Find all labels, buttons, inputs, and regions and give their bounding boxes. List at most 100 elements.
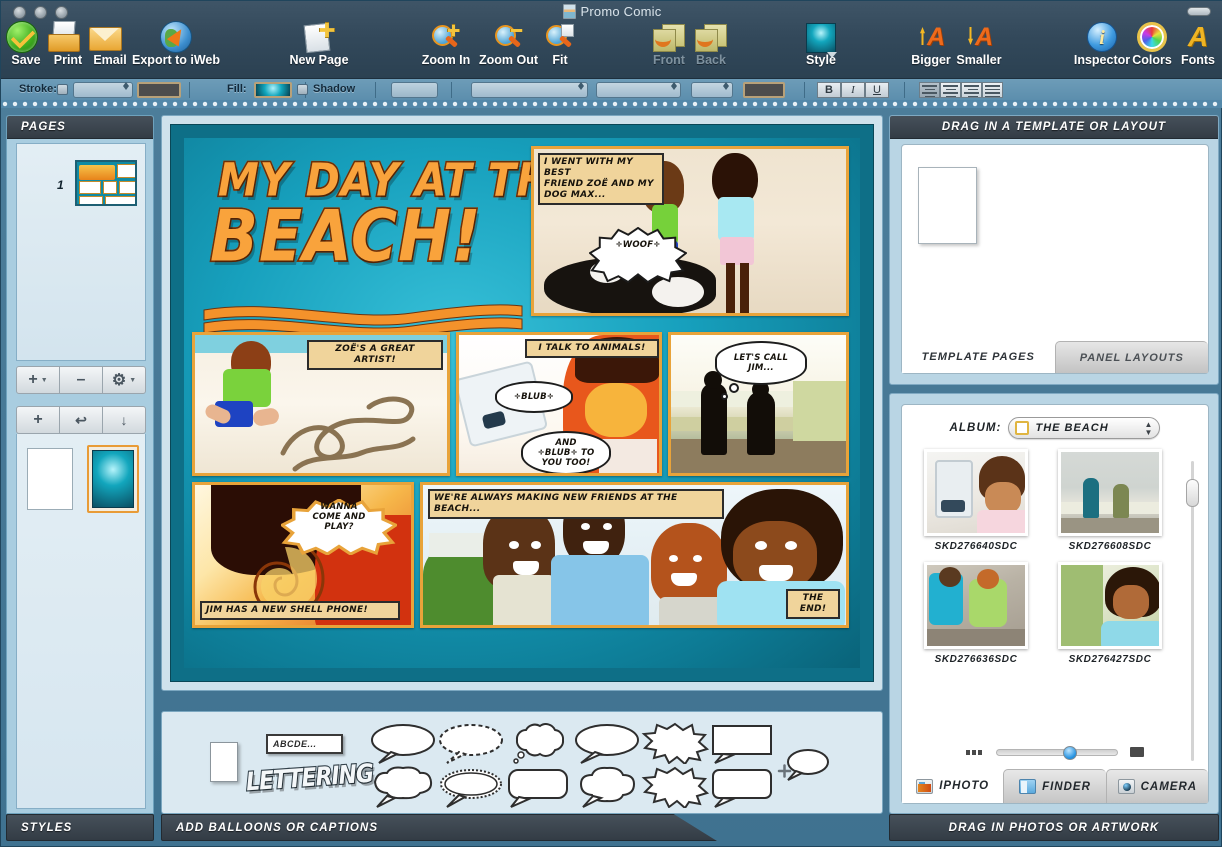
toolbar-fit[interactable]: Fit — [541, 21, 579, 67]
toolbar-email[interactable]: Email — [89, 21, 131, 67]
panel-friends[interactable]: WE'RE ALWAYS MAKING NEW FRIENDS AT THE B… — [420, 482, 849, 628]
stroke-style-select[interactable] — [73, 82, 133, 98]
photo-item[interactable]: SKD276636SDC — [912, 562, 1040, 665]
comic-title-art[interactable]: MY DAY AT THE BEACH! — [196, 148, 582, 338]
page-list-item[interactable]: 1 — [17, 156, 145, 214]
toolbar-zoom-out[interactable]: Zoom Out — [476, 21, 541, 67]
bold-button[interactable]: B — [817, 82, 841, 98]
panel-sand-art[interactable]: ZOË'S A GREAT ARTIST! — [192, 332, 450, 476]
toolbar-export-iweb[interactable]: Export to iWeb — [132, 21, 220, 67]
slider-knob[interactable] — [1063, 745, 1077, 760]
font-style-select[interactable] — [596, 82, 681, 98]
toolbar-new-page[interactable]: New Page — [284, 21, 354, 67]
panel-balloon-call-jim[interactable]: LET'S CALL JIM... — [715, 341, 807, 385]
panel-shell-phone[interactable]: WANNA COME AND PLAY? JIM HAS A NEW SHELL… — [192, 482, 414, 628]
toolbar-fonts[interactable]: Fonts — [1178, 21, 1218, 67]
panel-caption[interactable]: JIM HAS A NEW SHELL PHONE! — [200, 601, 400, 620]
balloon-shape-cloud[interactable] — [503, 722, 573, 769]
opacity-slider[interactable] — [391, 82, 438, 98]
font-family-select[interactable] — [471, 82, 588, 98]
text-color-swatch[interactable] — [743, 82, 785, 98]
toolbar-bigger[interactable]: Bigger — [906, 21, 956, 67]
align-right-button[interactable] — [961, 82, 982, 98]
photo-thumbnail[interactable] — [1058, 449, 1162, 536]
toolbar-print[interactable]: Print — [47, 21, 89, 67]
balloon-shape-spiky-oval[interactable] — [435, 766, 505, 813]
balloon-shape-oval-2[interactable] — [571, 722, 641, 769]
scrollbar-thumb[interactable] — [1186, 479, 1199, 507]
panel-balloon-blub-too[interactable]: AND ÷BLUB÷ TO YOU TOO! — [521, 431, 611, 473]
italic-button[interactable]: I — [841, 82, 865, 98]
photo-item[interactable]: SKD276640SDC — [912, 449, 1040, 552]
panel-caption[interactable]: ZOË'S A GREAT ARTIST! — [307, 340, 443, 370]
tab-finder[interactable]: FINDER — [1003, 769, 1106, 803]
align-justify-button[interactable] — [982, 82, 1003, 98]
photo-item[interactable]: SKD276608SDC — [1046, 449, 1174, 552]
balloon-shape-dashed-oval[interactable] — [435, 722, 505, 769]
tab-iphoto[interactable]: IPHOTO — [902, 769, 1004, 803]
panel-intro[interactable]: I WENT WITH MY BEST FRIEND ZOË AND MY DO… — [531, 146, 849, 316]
underline-button[interactable]: U — [865, 82, 889, 98]
toolbar-save[interactable]: Save — [6, 21, 46, 67]
balloon-shape-plain-rect[interactable] — [210, 742, 238, 782]
caption-textbox-tool[interactable]: ABCDE... — [266, 734, 343, 754]
lettering-tool[interactable]: LETTERING — [244, 759, 375, 799]
add-style-button[interactable]: + — [16, 406, 60, 434]
photos-scrollbar[interactable] — [1186, 461, 1199, 761]
font-size-select[interactable] — [691, 82, 733, 98]
toolbar-zoom-in[interactable]: Zoom In — [417, 21, 475, 67]
balloon-shape-rounded-rect-2[interactable] — [707, 766, 777, 813]
align-center-button[interactable] — [940, 82, 961, 98]
panel-balloon-blub[interactable]: ÷BLUB÷ — [495, 381, 573, 413]
canvas-area[interactable]: MY DAY AT THE BEACH! I WENT WITH MY BEST… — [161, 115, 883, 691]
remove-page-button[interactable]: – — [59, 366, 103, 394]
panel-caption[interactable]: I TALK TO ANIMALS! — [525, 339, 659, 358]
add-page-button[interactable]: + ▼ — [16, 366, 60, 394]
album-select[interactable]: THE BEACH ▲ ▼ — [1008, 417, 1161, 439]
photo-thumbnail[interactable] — [1058, 562, 1162, 649]
fill-color-swatch[interactable] — [254, 82, 292, 98]
comic-page[interactable]: MY DAY AT THE BEACH! I WENT WITH MY BEST… — [170, 124, 874, 682]
pages-list[interactable]: 1 — [16, 143, 146, 361]
panel-balloon-wanna-play[interactable]: WANNA COME AND PLAY? — [279, 489, 399, 556]
toolbar-colors[interactable]: Colors — [1130, 21, 1174, 67]
toolbar-toggle-button[interactable] — [1187, 7, 1211, 16]
apply-style-button[interactable]: ↓ — [102, 406, 146, 434]
templates-dropzone[interactable]: TEMPLATE PAGES PANEL LAYOUTS — [901, 144, 1209, 374]
stroke-checkbox[interactable] — [57, 84, 68, 95]
panel-caption[interactable]: WE'RE ALWAYS MAKING NEW FRIENDS AT THE B… — [428, 489, 724, 519]
tab-camera[interactable]: CAMERA — [1105, 769, 1208, 803]
add-balloon-button[interactable] — [774, 745, 830, 792]
panel-end-caption[interactable]: THE END! — [786, 589, 840, 619]
toolbar-inspector[interactable]: Inspector — [1073, 21, 1131, 67]
tab-panel-layouts[interactable]: PANEL LAYOUTS — [1054, 341, 1208, 373]
revert-style-button[interactable]: ↩ — [59, 406, 103, 434]
align-left-button[interactable] — [919, 82, 940, 98]
panel-balloon-woof[interactable]: ÷WOOF÷ — [588, 217, 688, 284]
small-thumbnails-icon[interactable] — [966, 749, 984, 755]
page-thumbnail[interactable] — [75, 160, 137, 206]
balloon-shape-rect[interactable] — [707, 722, 777, 769]
photo-thumbnail[interactable] — [924, 562, 1028, 649]
stroke-color-swatch[interactable] — [137, 82, 181, 98]
large-thumbnails-icon[interactable] — [1130, 747, 1144, 757]
shadow-checkbox[interactable] — [297, 84, 308, 95]
photo-item[interactable]: SKD276427SDC — [1046, 562, 1174, 665]
balloon-shape-burst[interactable] — [639, 722, 710, 769]
styles-list[interactable] — [16, 434, 146, 809]
toolbar-front[interactable]: Front — [646, 21, 692, 67]
toolbar-back[interactable]: Back — [689, 21, 733, 67]
template-page-thumbnail[interactable] — [918, 167, 977, 244]
style-item-white[interactable] — [27, 448, 73, 510]
balloon-shape-thought-cloud[interactable] — [571, 766, 641, 813]
thumbnail-size-slider[interactable] — [996, 745, 1118, 760]
photo-thumbnail[interactable] — [924, 449, 1028, 536]
toolbar-style[interactable]: Style — [800, 21, 842, 67]
panel-silhouettes[interactable]: LET'S CALL JIM... — [668, 332, 849, 476]
panel-caption[interactable]: I WENT WITH MY BEST FRIEND ZOË AND MY DO… — [538, 153, 664, 205]
balloon-shape-speech-oval[interactable] — [367, 722, 437, 769]
balloon-shape-rounded-rect[interactable] — [503, 766, 573, 813]
balloon-shape-burst-jagged[interactable] — [639, 766, 710, 813]
panel-talk-to-animals[interactable]: I TALK TO ANIMALS! ÷BLUB÷ AND ÷BLUB÷ TO … — [456, 332, 662, 476]
style-item-teal-glow[interactable] — [87, 445, 139, 513]
